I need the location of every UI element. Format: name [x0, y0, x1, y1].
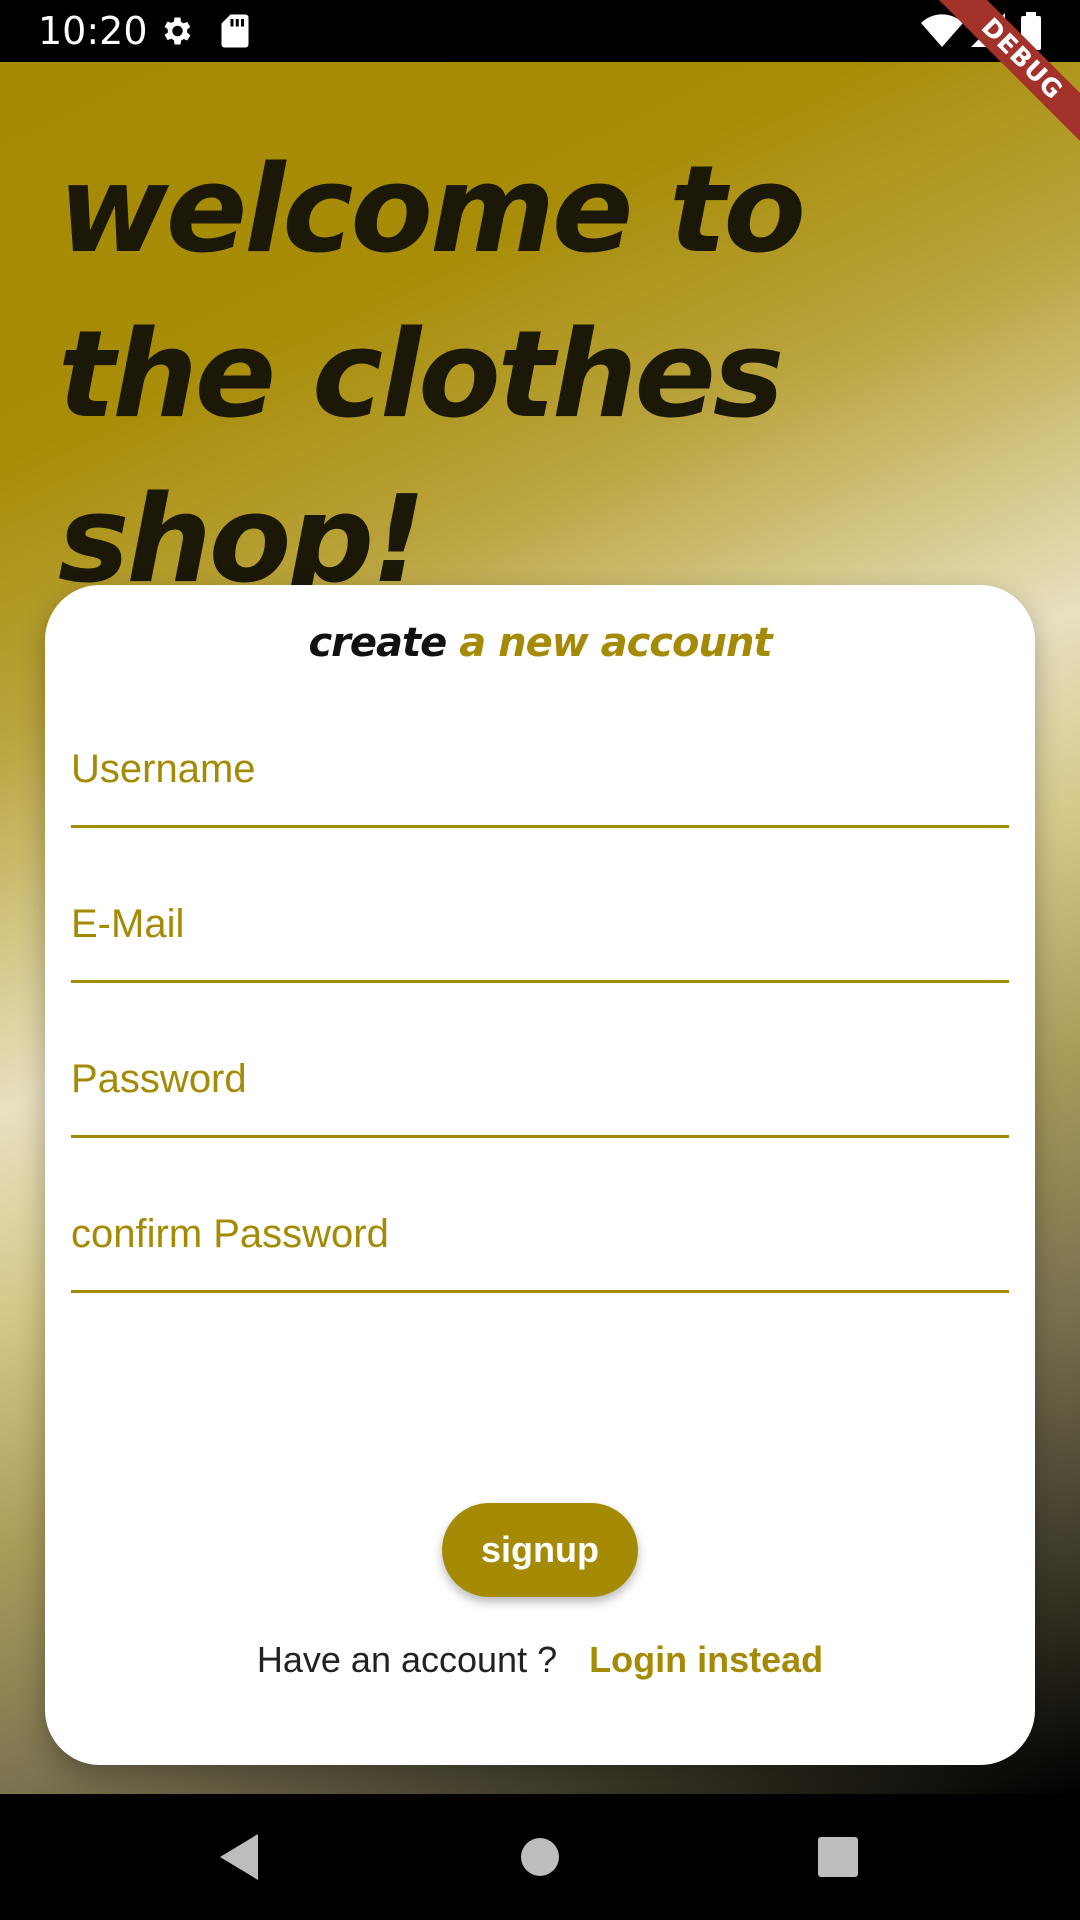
navigation-bar [0, 1794, 1080, 1920]
confirm-password-input[interactable] [71, 1190, 1013, 1292]
card-heading-create: create [308, 620, 447, 666]
confirm-password-field[interactable]: confirm Password [71, 1190, 1013, 1293]
password-input[interactable] [71, 1035, 1013, 1137]
signup-button[interactable]: signup [442, 1503, 638, 1597]
status-time: 10:20 [38, 9, 148, 53]
email-field[interactable]: E-Mail [71, 880, 1013, 983]
page-title: welcome to the clothes shop! [58, 141, 806, 610]
debug-banner-label: DEBUG [918, 0, 1080, 163]
recents-icon[interactable] [805, 1824, 871, 1890]
debug-banner: DEBUG [910, 0, 1080, 170]
login-row: Have an account ? Login instead [45, 1635, 1035, 1685]
email-input[interactable] [71, 880, 1013, 982]
back-icon[interactable] [206, 1824, 272, 1890]
home-icon[interactable] [507, 1824, 573, 1890]
card-heading: create a new account [45, 615, 1035, 671]
username-field[interactable]: Username [71, 725, 1013, 828]
login-question: Have an account ? [256, 1639, 558, 1680]
signup-card: create a new account Username E-Mail Pas… [45, 585, 1035, 1765]
app-background: welcome to the clothes shop! create a ne… [0, 62, 1080, 1794]
username-input[interactable] [71, 725, 1013, 827]
password-field[interactable]: Password [71, 1035, 1013, 1138]
gear-icon [164, 17, 191, 45]
login-instead-link[interactable]: Login instead [589, 1639, 823, 1680]
sdcard-icon [221, 14, 249, 48]
card-heading-new-account: a new account [459, 620, 772, 666]
